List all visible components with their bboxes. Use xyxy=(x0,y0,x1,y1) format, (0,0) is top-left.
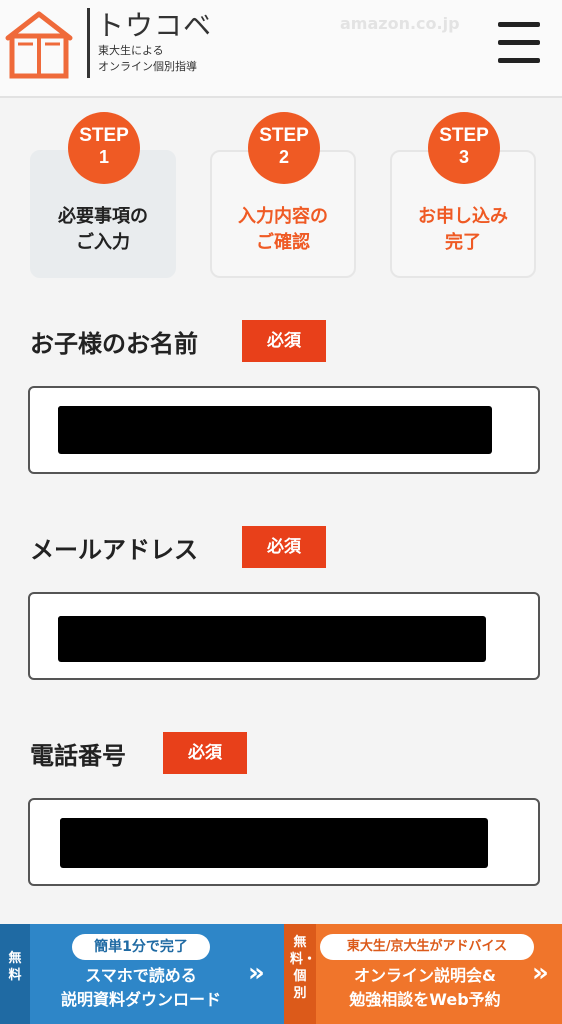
site-header: トウコベ 東大生による オンライン個別指導 amazon.co.jp xyxy=(0,0,562,98)
child-name-input[interactable]: ████████████████████ xyxy=(28,386,540,474)
step-number: 3 xyxy=(458,147,469,167)
required-badge: 必須 xyxy=(163,732,247,774)
brand-tagline-line1: 東大生による xyxy=(98,44,164,57)
phone-value: ████████████████████ xyxy=(60,818,488,868)
step-number: 2 xyxy=(278,147,289,167)
free-tag-text: 無料 xyxy=(8,951,22,983)
step-label: STEP xyxy=(439,125,489,146)
step-2-badge: STEP 2 xyxy=(248,112,320,184)
house-book-icon[interactable] xyxy=(4,8,74,80)
bottom-cta-banner: 無料 簡単1分で完了 スマホで読める 説明資料ダウンロード » 無料・個別 東大… xyxy=(0,924,562,1024)
email-label: メールアドレス xyxy=(30,536,198,564)
brand-name[interactable]: トウコベ xyxy=(96,4,212,44)
step-2-text: 入力内容の ご確認 xyxy=(238,206,328,253)
brand-tagline-line2: オンライン個別指導 xyxy=(98,60,197,73)
required-badge: 必須 xyxy=(242,526,326,568)
required-badge: 必須 xyxy=(242,320,326,362)
email-value: ████████████████████ xyxy=(58,616,486,662)
download-cta-text: スマホで読める 説明資料ダウンロード xyxy=(60,966,221,1009)
step-number: 1 xyxy=(98,147,109,167)
chevron-right-icon: » xyxy=(532,958,549,988)
phone-label: 電話番号 xyxy=(30,742,126,770)
background-ghost-text: amazon.co.jp xyxy=(340,14,460,33)
quick-complete-pill: 簡単1分で完了 xyxy=(72,934,210,960)
step-1-text: 必要事項の ご入力 xyxy=(58,206,148,253)
step-1-badge: STEP 1 xyxy=(68,112,140,184)
hamburger-menu-button[interactable] xyxy=(496,20,542,66)
email-input[interactable]: ████████████████████ xyxy=(28,592,540,680)
step-label: STEP xyxy=(79,125,129,146)
hamburger-icon xyxy=(498,22,540,27)
consultation-cta-text: オンライン説明会& 勉強相談をWeb予約 xyxy=(349,966,501,1009)
phone-input[interactable]: ████████████████████ xyxy=(28,798,540,886)
logo-divider xyxy=(87,8,90,78)
step-3-text: お申し込み 完了 xyxy=(418,206,508,253)
advisor-pill: 東大生/京大生がアドバイス xyxy=(320,934,534,960)
free-individual-tag-text: 無料・個別 xyxy=(290,935,317,1001)
step-3-badge: STEP 3 xyxy=(428,112,500,184)
child-name-value: ████████████████████ xyxy=(58,406,492,454)
chevron-right-icon: » xyxy=(248,958,265,988)
step-label: STEP xyxy=(259,125,309,146)
child-name-label: お子様のお名前 xyxy=(30,330,198,358)
